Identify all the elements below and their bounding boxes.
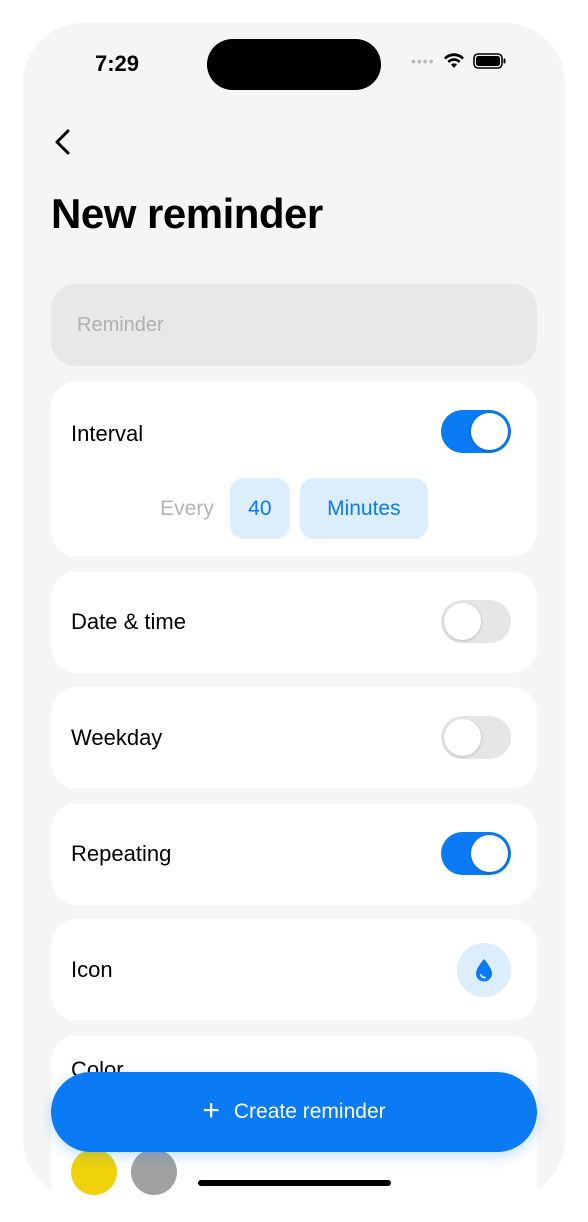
weekday-label: Weekday <box>71 725 163 750</box>
repeating-toggle[interactable] <box>441 832 511 875</box>
create-reminder-label: Create reminder <box>233 1100 386 1123</box>
phone-screen: 7:29 •••• New reminder Interval Every 40… <box>23 23 565 1199</box>
status-time: 7:29 <box>95 51 140 76</box>
dynamic-island <box>207 39 381 90</box>
interval-unit-chip[interactable]: Minutes <box>299 478 428 539</box>
date-time-card: Date & time <box>51 571 537 673</box>
every-label: Every <box>160 496 214 520</box>
color-swatch-gray[interactable] <box>131 1149 177 1195</box>
interval-card: Interval Every 40 Minutes <box>51 381 537 557</box>
repeating-label: Repeating <box>71 841 172 866</box>
icon-label: Icon <box>71 957 113 982</box>
repeating-card: Repeating <box>51 803 537 905</box>
toggle-knob <box>444 603 481 640</box>
interval-row: Every 40 Minutes <box>51 478 537 539</box>
plus-icon: + <box>202 1093 220 1127</box>
battery-icon <box>472 53 506 69</box>
signal-dots-icon: •••• <box>411 53 435 69</box>
home-indicator <box>198 1180 391 1186</box>
reminder-input[interactable] <box>75 312 513 338</box>
date-time-label: Date & time <box>71 609 186 634</box>
wifi-icon <box>443 53 464 68</box>
date-time-toggle[interactable] <box>441 600 511 643</box>
toggle-knob <box>444 719 481 756</box>
interval-toggle[interactable] <box>441 410 511 453</box>
toggle-knob <box>471 413 508 450</box>
weekday-card: Weekday <box>51 687 537 789</box>
icon-picker-button[interactable] <box>457 943 511 997</box>
toggle-knob <box>471 835 508 872</box>
back-button[interactable] <box>51 126 75 158</box>
icon-card: Icon <box>51 919 537 1021</box>
interval-amount-chip[interactable]: 40 <box>229 478 290 539</box>
reminder-field[interactable] <box>51 284 537 366</box>
weekday-toggle[interactable] <box>441 716 511 759</box>
chevron-left-icon <box>55 129 70 155</box>
color-swatch-yellow[interactable] <box>71 1149 117 1195</box>
create-reminder-button[interactable]: + Create reminder <box>51 1072 537 1152</box>
page-title: New reminder <box>51 190 323 237</box>
water-drop-icon <box>476 959 492 982</box>
status-icons: •••• <box>411 53 507 69</box>
interval-label: Interval <box>71 421 144 446</box>
